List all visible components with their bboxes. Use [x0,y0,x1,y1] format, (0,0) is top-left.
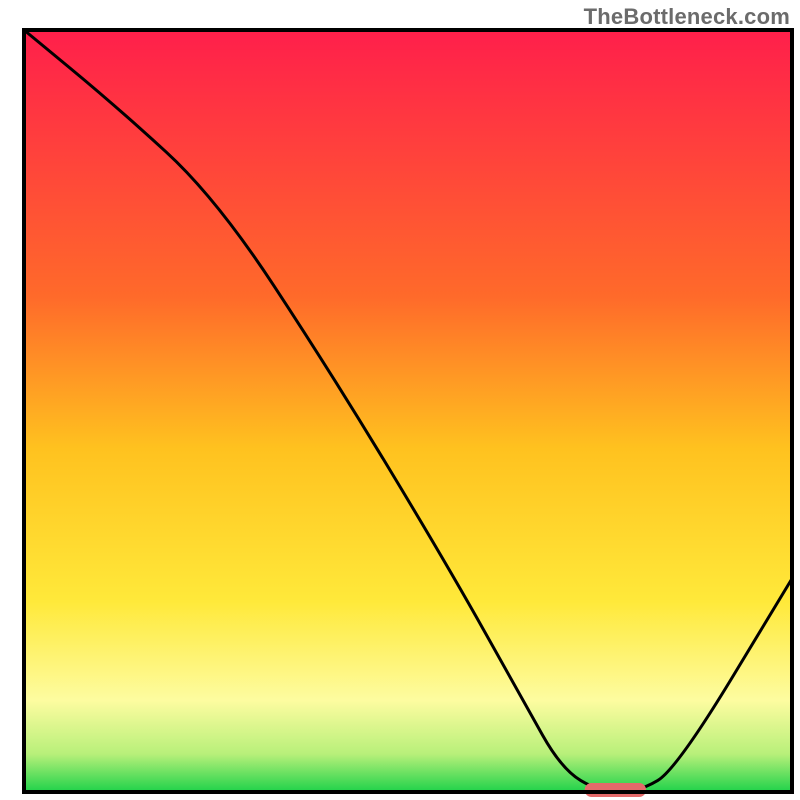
watermark-text: TheBottleneck.com [584,4,790,30]
bottleneck-chart [0,0,800,800]
chart-background [24,30,792,792]
chart-stage: TheBottleneck.com [0,0,800,800]
